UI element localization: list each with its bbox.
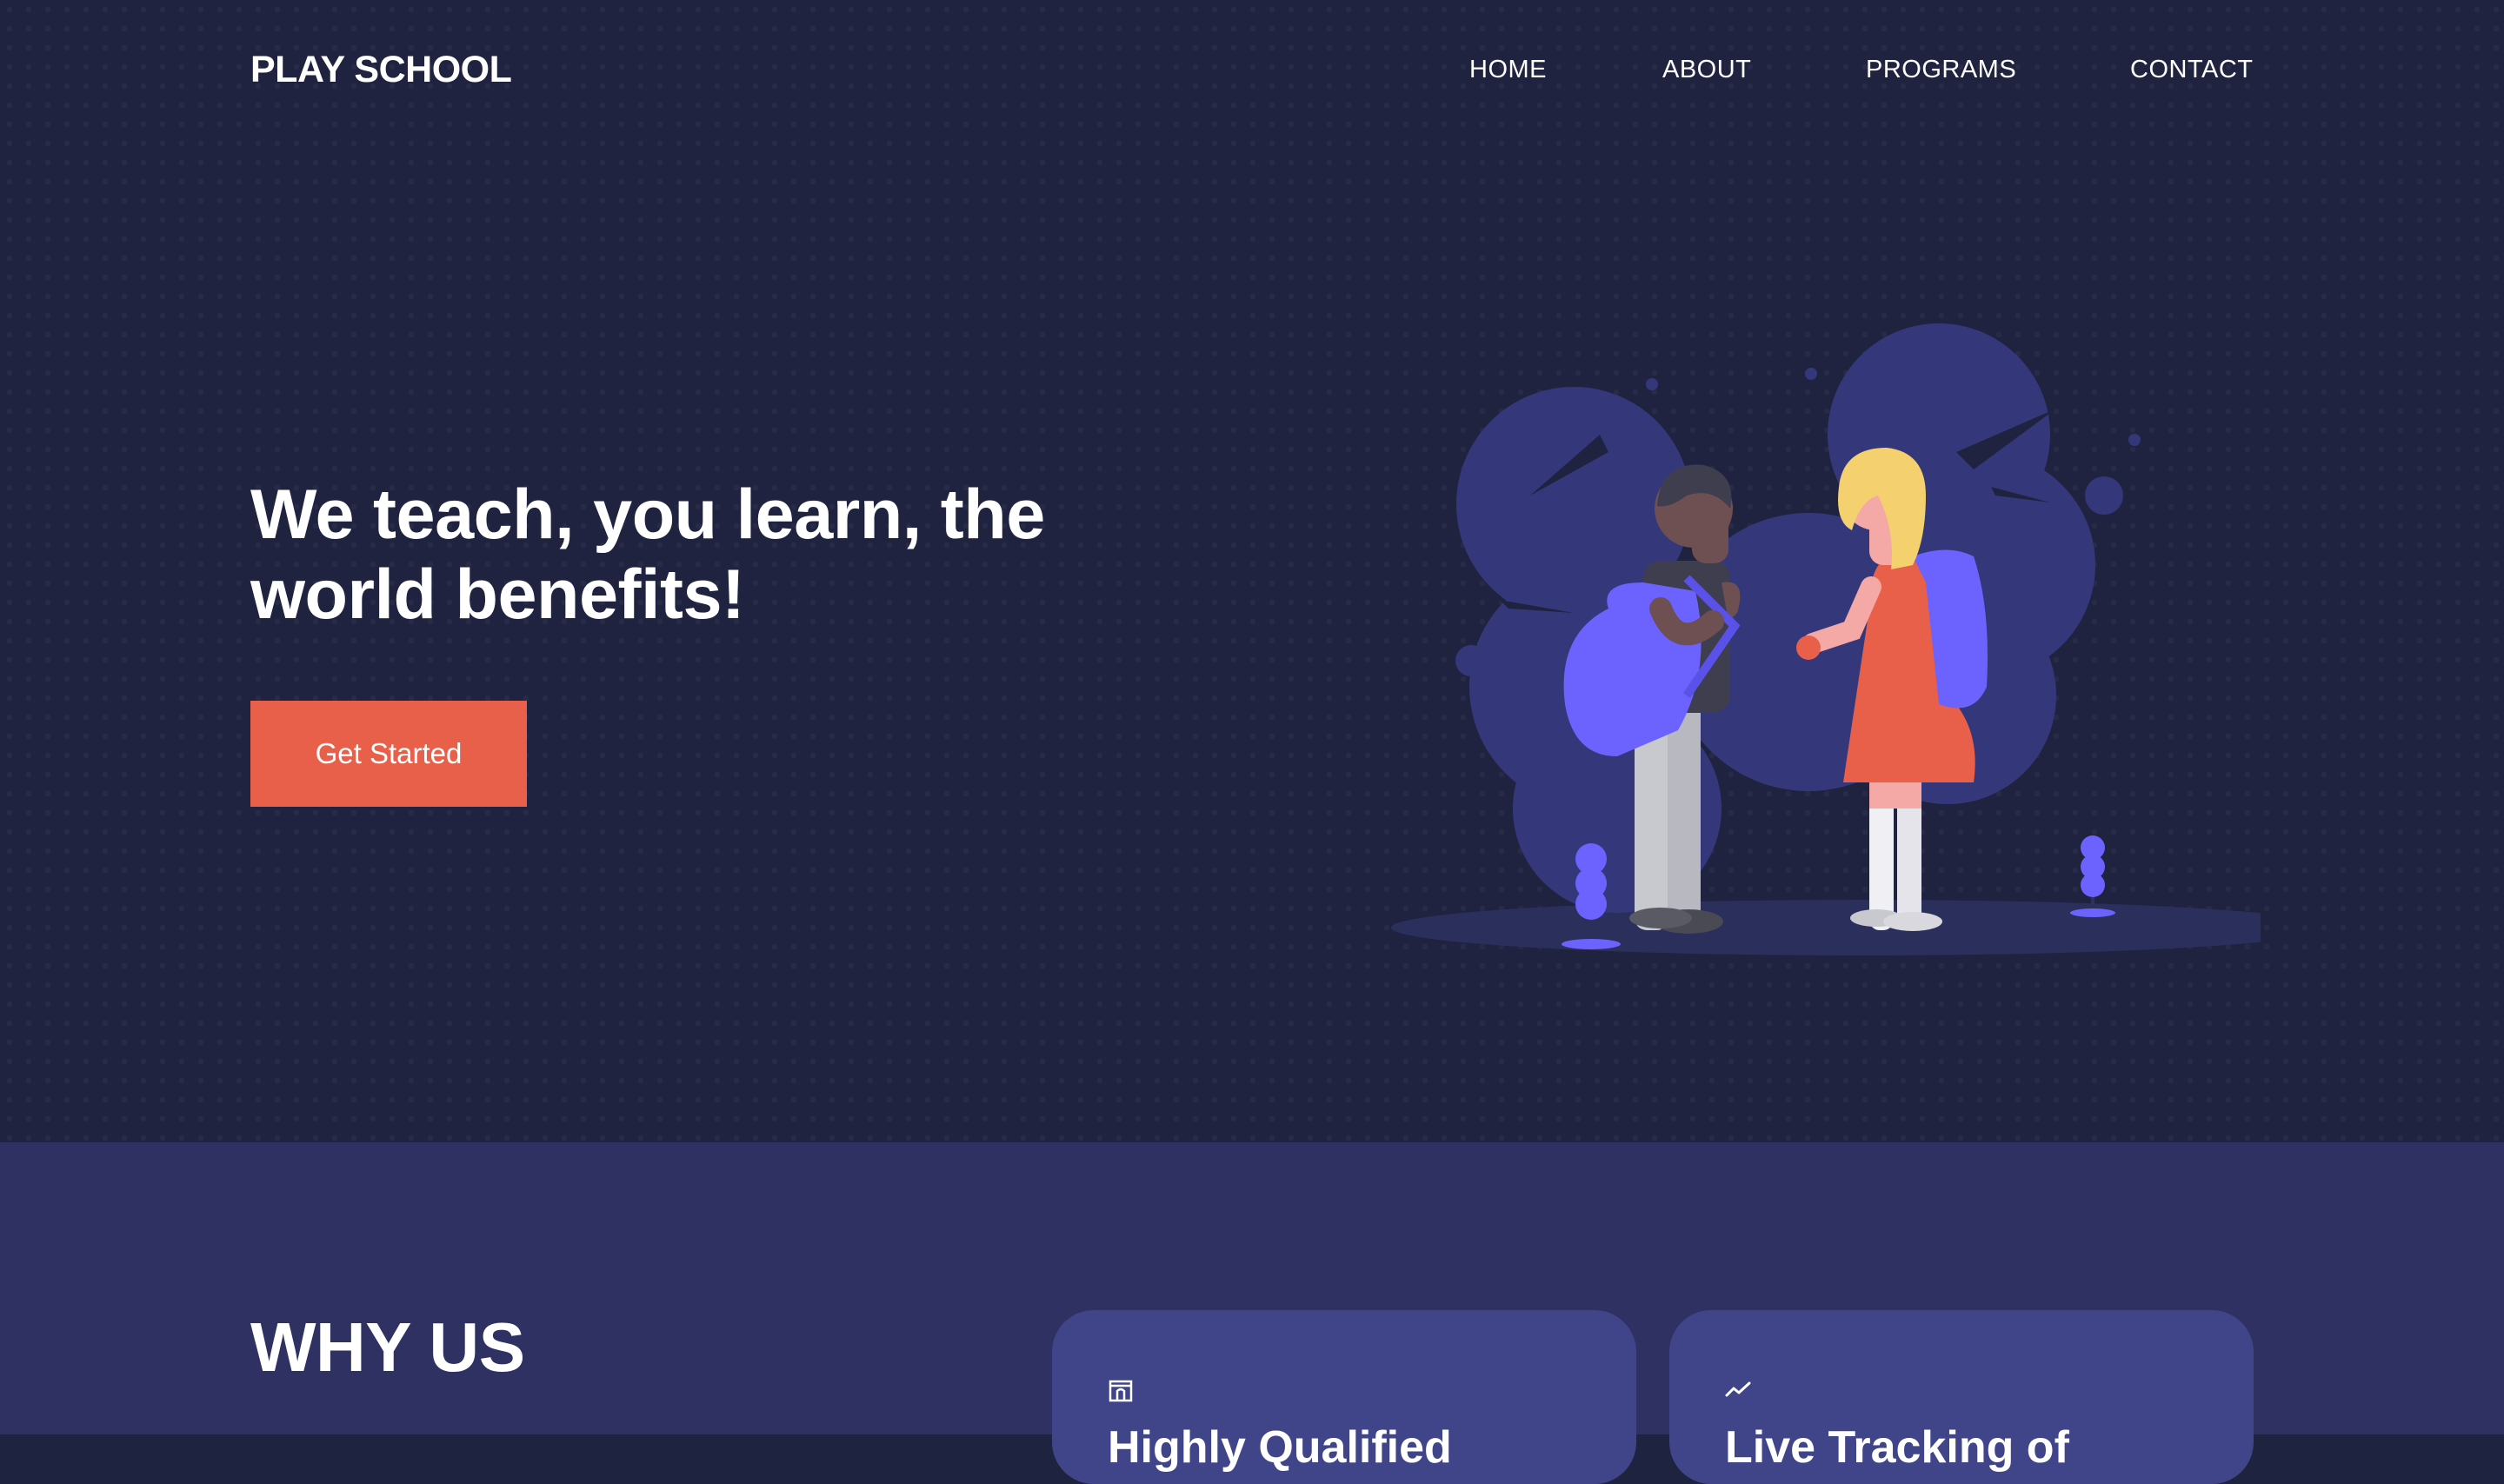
get-started-button[interactable]: Get Started xyxy=(250,701,527,807)
hero-section: PLAY SCHOOL HOME ABOUT PROGRAMS CONTACT … xyxy=(0,0,2504,1142)
hero-headline: We teach, you learn, the world benefits! xyxy=(250,475,1207,635)
why-us-title: WHY US xyxy=(250,1308,525,1386)
background-blobs xyxy=(1455,323,2141,913)
feature-card-title: Highly Qualified xyxy=(1108,1422,1452,1473)
why-us-section: WHY US Highly Qualified Live Tracking of xyxy=(0,1142,2504,1484)
nav-about-link[interactable]: ABOUT xyxy=(1662,56,1751,84)
building-icon xyxy=(1109,1380,1133,1402)
main-nav: HOME ABOUT PROGRAMS CONTACT xyxy=(0,56,2504,90)
hero-headline-line2: world benefits! xyxy=(250,556,745,634)
nav-home-link[interactable]: HOME xyxy=(1469,56,1547,84)
feature-card-title: Live Tracking of xyxy=(1725,1422,2069,1473)
children-with-backpacks-illustration xyxy=(1391,323,2261,955)
nav-programs-link[interactable]: PROGRAMS xyxy=(1866,56,2016,84)
trend-line-icon xyxy=(1725,1381,1751,1397)
feature-card-qualified: Highly Qualified xyxy=(1052,1310,1636,1484)
nav-contact-link[interactable]: CONTACT xyxy=(2130,56,2254,84)
apple-icon xyxy=(1796,636,1821,660)
feature-card-tracking: Live Tracking of xyxy=(1669,1310,2254,1484)
hero-headline-line1: We teach, you learn, the xyxy=(250,476,1045,554)
ground-shadow xyxy=(1391,900,2261,955)
